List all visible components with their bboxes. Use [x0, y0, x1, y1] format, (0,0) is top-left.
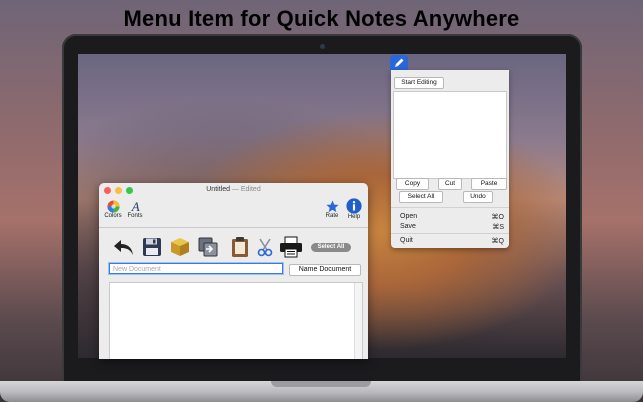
archive-tool[interactable]: [168, 235, 192, 259]
promo-headline: Menu Item for Quick Notes Anywhere: [123, 6, 520, 31]
paste-button[interactable]: Paste: [471, 178, 507, 190]
toolbar-colors-label: Colors: [104, 213, 122, 219]
menu-item-save-label: Save: [400, 223, 416, 230]
font-a-icon: A: [130, 200, 139, 213]
menu-item-save-shortcut: ⌘S: [492, 224, 504, 231]
cut-button[interactable]: Cut: [438, 178, 462, 190]
save-tool[interactable]: [140, 235, 164, 259]
floppy-disk-icon: [143, 238, 161, 256]
toolbar-colors[interactable]: Colors: [103, 200, 123, 219]
clipboard-icon: [232, 237, 248, 257]
title-bar: Untitled — Edited: [99, 183, 368, 197]
select-all-pill[interactable]: Select All: [311, 243, 351, 252]
toolbar-help[interactable]: Help: [344, 198, 364, 220]
menu-item-open-label: Open: [400, 213, 418, 220]
panel-separator: [391, 233, 509, 234]
toolbar-fonts-label: Fonts: [127, 213, 143, 219]
vertical-scrollbar[interactable]: [354, 283, 362, 359]
window-title-status: — Edited: [229, 186, 261, 193]
printer-icon: [280, 236, 302, 258]
toolbar-rate-label: Rate: [325, 213, 339, 219]
color-wheel-icon: [106, 200, 120, 213]
window-title: Untitled — Edited: [99, 186, 368, 193]
undo-button[interactable]: Undo: [463, 191, 493, 203]
duplicate-tool[interactable]: [196, 235, 220, 259]
copy-doc-icon: [198, 237, 218, 257]
copy-button[interactable]: Copy: [396, 178, 429, 190]
undo-arrow-icon: [114, 240, 133, 255]
note-text-area[interactable]: [109, 282, 363, 359]
clipboard-tool[interactable]: [228, 235, 252, 259]
panel-separator: [391, 207, 509, 208]
camera: [320, 44, 325, 49]
print-tool[interactable]: [279, 235, 303, 259]
menu-item-open-shortcut: ⌘O: [491, 214, 504, 221]
toolbar-help-label: Help: [347, 214, 361, 220]
document-name-input[interactable]: New Document: [109, 263, 283, 274]
info-icon: [346, 198, 362, 214]
toolbar-rate[interactable]: Rate: [322, 200, 342, 219]
undo-tool[interactable]: [112, 235, 136, 259]
name-document-button[interactable]: Name Document: [289, 264, 361, 276]
toolbar-fonts[interactable]: A Fonts: [125, 200, 145, 219]
laptop-notch: [271, 381, 371, 387]
scissors-icon: [257, 238, 273, 257]
menubar-pen-icon[interactable]: [390, 55, 408, 71]
svg-text:A: A: [130, 200, 139, 213]
window-title-name: Untitled: [206, 186, 230, 193]
menu-item-quit-label: Quit: [400, 237, 413, 244]
panel-text-area[interactable]: [393, 91, 507, 179]
cut-tool[interactable]: [253, 235, 277, 259]
toolbar-divider: [99, 227, 368, 228]
box-icon: [171, 238, 189, 256]
quick-notes-panel: Start Editing Copy Cut Paste Select All …: [391, 70, 509, 248]
select-all-button[interactable]: Select All: [399, 191, 443, 203]
notes-window: Untitled — Edited Colors A Fonts Rate He…: [99, 183, 368, 359]
start-editing-button[interactable]: Start Editing: [394, 77, 444, 89]
star-icon: [325, 200, 339, 213]
menu-item-quit-shortcut: ⌘Q: [491, 238, 504, 245]
